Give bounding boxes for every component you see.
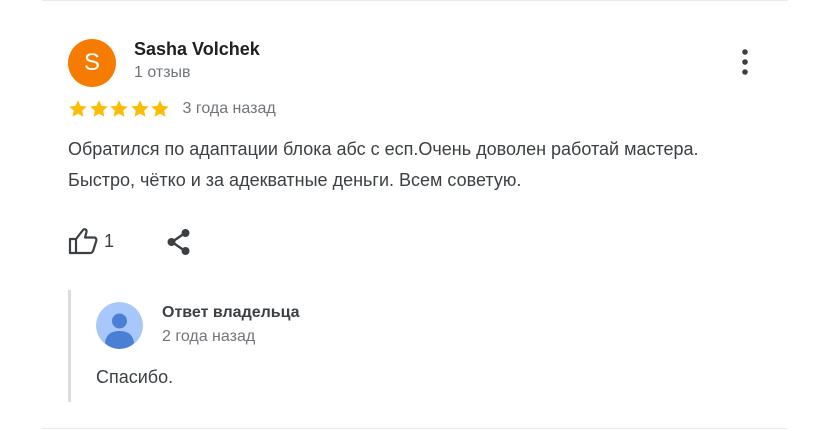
- star-icon: [110, 100, 128, 117]
- owner-reply-text: Спасибо.: [96, 367, 174, 387]
- review-text: Обратился по адаптации блока абс с есп.О…: [68, 139, 699, 190]
- share-icon: [167, 229, 190, 255]
- author-avatar[interactable]: S: [68, 39, 116, 87]
- star-icon: [89, 100, 108, 117]
- top-divider: [42, 0, 788, 1]
- share-button[interactable]: [165, 228, 193, 256]
- owner-avatar: [96, 302, 143, 349]
- author-name[interactable]: Sasha Volchek: [134, 39, 260, 60]
- like-button[interactable]: 1: [68, 226, 114, 256]
- owner-reply-date: 2 года назад: [162, 328, 256, 345]
- bottom-divider: [42, 428, 788, 429]
- author-initial: S: [83, 49, 100, 76]
- rating-row: 3 года назад: [68, 97, 276, 121]
- author-reviews-count: 1 отзыв: [134, 64, 191, 81]
- more-options-button[interactable]: [733, 46, 757, 78]
- person-avatar-icon: [96, 302, 143, 349]
- star-icon: [130, 100, 149, 117]
- like-count: 1: [104, 230, 115, 251]
- review-card: S Sasha Volchek 1 отзыв 3 года назад Обр…: [0, 0, 824, 431]
- star-icon: [151, 100, 169, 117]
- owner-reply: Ответ владельца 2 года назад Спасибо.: [68, 290, 771, 402]
- star-icon: [69, 100, 87, 117]
- more-vertical-icon: [742, 49, 748, 75]
- review-date: 3 года назад: [182, 100, 276, 117]
- owner-reply-label: Ответ владельца: [162, 304, 300, 321]
- star-rating: [68, 99, 171, 119]
- thumb-up-icon: [68, 228, 98, 255]
